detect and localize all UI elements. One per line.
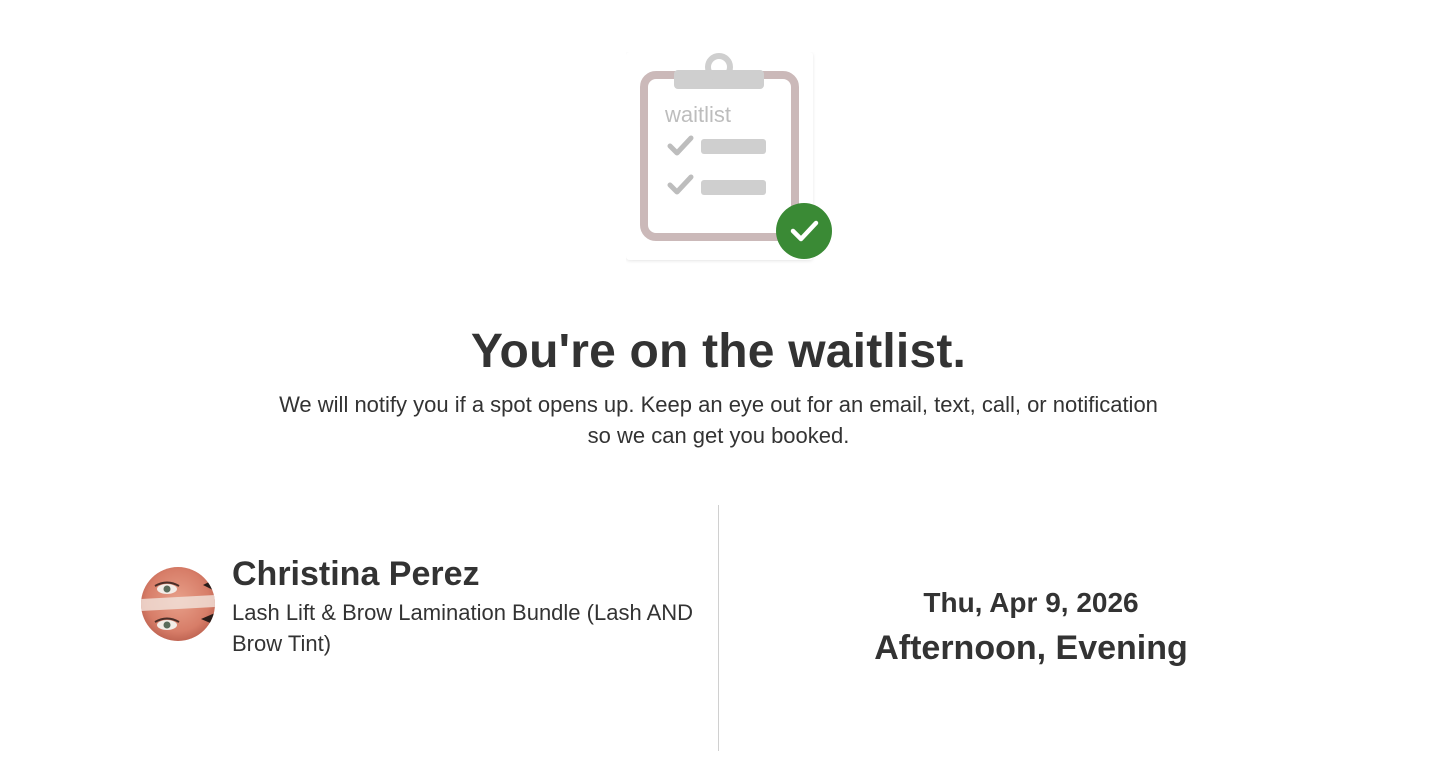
provider-summary: Christina Perez Lash Lift & Brow Laminat…	[141, 553, 701, 663]
waitlist-clipboard-illustration: waitlist	[626, 52, 836, 264]
success-check-icon	[776, 203, 832, 259]
waitlist-timing: Thu, Apr 9, 2026 Afternoon, Evening	[719, 582, 1343, 672]
confirmation-headline: You're on the waitlist.	[470, 325, 967, 378]
clipboard-label: waitlist	[664, 102, 731, 127]
provider-avatar	[141, 567, 215, 641]
waitlist-date: Thu, Apr 9, 2026	[923, 587, 1139, 618]
waitlist-time-window: Afternoon, Evening	[874, 629, 1188, 667]
confirmation-message: We will notify you if a spot opens up. K…	[279, 392, 1158, 448]
service-name: Lash Lift & Brow Lamination Bundle (Lash…	[232, 600, 694, 656]
provider-name: Christina Perez	[232, 555, 480, 593]
